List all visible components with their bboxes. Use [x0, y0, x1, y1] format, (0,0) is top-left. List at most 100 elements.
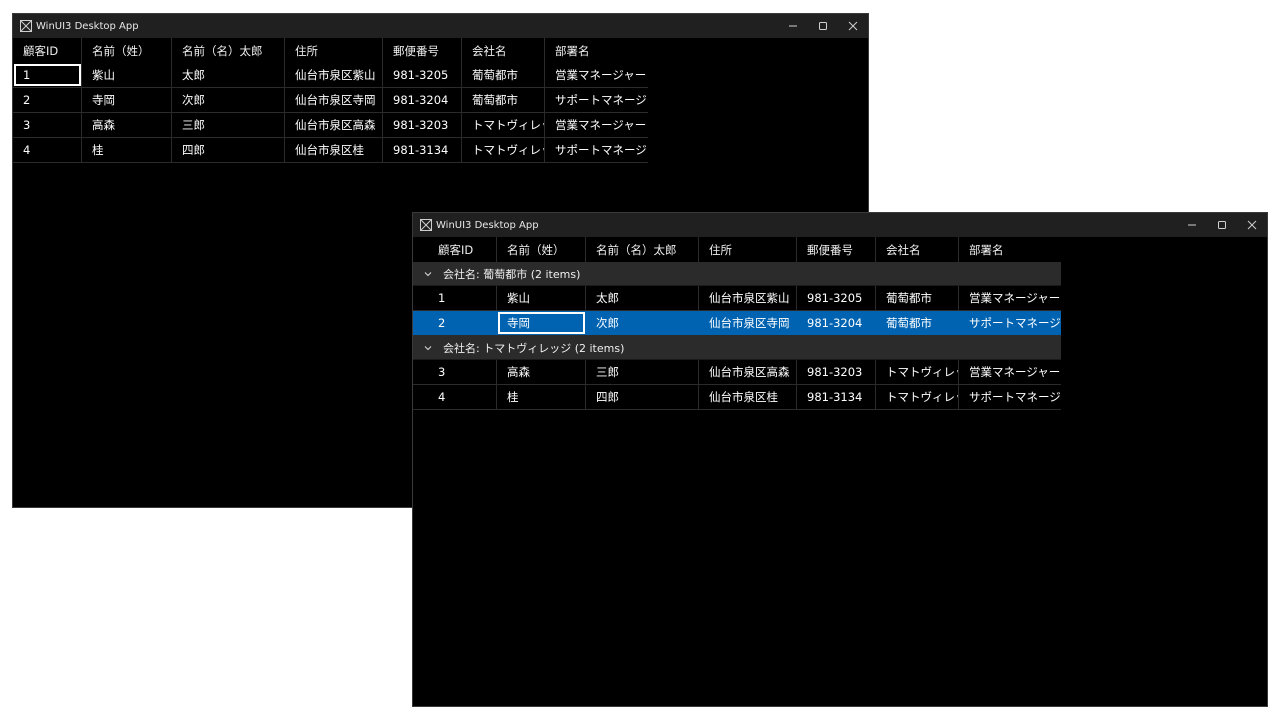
- window-title: WinUI3 Desktop App: [36, 20, 139, 32]
- table-cell[interactable]: 太郎: [586, 286, 699, 310]
- window-icon: [420, 219, 432, 231]
- chevron-down-icon[interactable]: [423, 269, 433, 279]
- table-cell[interactable]: 高森: [82, 113, 172, 137]
- table-cell[interactable]: 葡萄都市: [462, 88, 545, 112]
- table-cell[interactable]: 寺岡: [497, 311, 586, 335]
- minimize-icon: [789, 25, 797, 27]
- table-cell[interactable]: 四郎: [172, 138, 285, 162]
- table-cell[interactable]: 仙台市泉区紫山: [699, 286, 797, 310]
- column-header[interactable]: 名前（名）太郎: [586, 237, 699, 262]
- table-cell[interactable]: 三郎: [586, 360, 699, 384]
- table-cell[interactable]: 営業マネージャー: [959, 360, 1061, 384]
- title-bar[interactable]: WinUI3 Desktop App: [13, 14, 868, 38]
- table-cell[interactable]: 1: [413, 286, 497, 310]
- column-header[interactable]: 名前（姓）: [82, 38, 172, 63]
- table-cell[interactable]: 葡萄都市: [876, 286, 959, 310]
- table-cell[interactable]: 仙台市泉区寺岡: [699, 311, 797, 335]
- table-cell[interactable]: 営業マネージャー: [545, 63, 648, 87]
- table-cell[interactable]: 桂: [497, 385, 586, 409]
- table-row[interactable]: 3 高森 三郎 仙台市泉区高森 981-3203 トマトヴィレッジ 営業マネージ…: [413, 360, 1061, 385]
- table-row[interactable]: 1 紫山 太郎 仙台市泉区紫山 981-3205 葡萄都市 営業マネージャー: [413, 286, 1061, 311]
- table-cell[interactable]: 2: [413, 311, 497, 335]
- table-row[interactable]: 4 桂 四郎 仙台市泉区桂 981-3134 トマトヴィレッジ サポートマネージ…: [13, 138, 648, 163]
- table-cell[interactable]: 1: [13, 63, 82, 87]
- column-header[interactable]: 会社名: [876, 237, 959, 262]
- table-cell[interactable]: 高森: [497, 360, 586, 384]
- table-row[interactable]: 4 桂 四郎 仙台市泉区桂 981-3134 トマトヴィレッジ サポートマネージ…: [413, 385, 1061, 410]
- chevron-down-icon[interactable]: [423, 343, 433, 353]
- table-cell[interactable]: 紫山: [497, 286, 586, 310]
- table-cell[interactable]: サポートマネージャー: [959, 385, 1061, 409]
- table-cell[interactable]: トマトヴィレッジ: [462, 113, 545, 137]
- table-row[interactable]: 3 高森 三郎 仙台市泉区高森 981-3203 トマトヴィレッジ 営業マネージ…: [13, 113, 648, 138]
- table-cell[interactable]: トマトヴィレッジ: [462, 138, 545, 162]
- window-grouped: WinUI3 Desktop App 顧客ID 名前（姓） 名前（名）太郎 住所…: [412, 212, 1268, 707]
- table-cell[interactable]: 仙台市泉区高森: [285, 113, 383, 137]
- table-cell[interactable]: 仙台市泉区寺岡: [285, 88, 383, 112]
- minimize-icon: [1188, 224, 1196, 226]
- table-cell[interactable]: 3: [13, 113, 82, 137]
- table-cell[interactable]: 営業マネージャー: [959, 286, 1061, 310]
- minimize-button[interactable]: [778, 14, 808, 38]
- table-cell[interactable]: 次郎: [586, 311, 699, 335]
- table-cell[interactable]: 仙台市泉区桂: [285, 138, 383, 162]
- table-cell[interactable]: 4: [13, 138, 82, 162]
- column-header[interactable]: 会社名: [462, 38, 545, 63]
- column-header[interactable]: 名前（姓）: [497, 237, 586, 262]
- column-header[interactable]: 住所: [699, 237, 797, 262]
- table-cell[interactable]: 寺岡: [82, 88, 172, 112]
- close-button[interactable]: [1237, 213, 1267, 237]
- table-cell[interactable]: 981-3205: [383, 63, 462, 87]
- maximize-button[interactable]: [1207, 213, 1237, 237]
- table-cell[interactable]: 3: [413, 360, 497, 384]
- group-label: 会社名: 葡萄都市 (2 items): [443, 267, 581, 281]
- column-header[interactable]: 部署名: [959, 237, 1061, 262]
- column-header[interactable]: 部署名: [545, 38, 648, 63]
- table-cell[interactable]: トマトヴィレッジ: [876, 360, 959, 384]
- table-cell[interactable]: 981-3203: [797, 360, 876, 384]
- table-cell[interactable]: 葡萄都市: [462, 63, 545, 87]
- table-cell[interactable]: 仙台市泉区高森: [699, 360, 797, 384]
- table-cell[interactable]: サポートマネージャー: [959, 311, 1061, 335]
- table-cell[interactable]: 仙台市泉区桂: [699, 385, 797, 409]
- table-cell[interactable]: 981-3134: [383, 138, 462, 162]
- table-cell[interactable]: 営業マネージャー: [545, 113, 648, 137]
- table-row[interactable]: 1 紫山 太郎 仙台市泉区紫山 981-3205 葡萄都市 営業マネージャー: [13, 63, 648, 88]
- table-cell[interactable]: 仙台市泉区紫山: [285, 63, 383, 87]
- data-grid: 顧客ID 名前（姓） 名前（名）太郎 住所 郵便番号 会社名 部署名 1 紫山 …: [13, 38, 648, 163]
- table-cell[interactable]: 葡萄都市: [876, 311, 959, 335]
- column-header[interactable]: 顧客ID: [413, 237, 497, 262]
- table-cell[interactable]: サポートマネージャー: [545, 138, 648, 162]
- table-cell[interactable]: 紫山: [82, 63, 172, 87]
- window-title: WinUI3 Desktop App: [436, 219, 539, 231]
- table-cell[interactable]: 981-3204: [797, 311, 876, 335]
- column-header[interactable]: 名前（名）太郎: [172, 38, 285, 63]
- table-cell[interactable]: 太郎: [172, 63, 285, 87]
- close-icon: [1247, 220, 1257, 230]
- table-cell[interactable]: 三郎: [172, 113, 285, 137]
- table-cell[interactable]: トマトヴィレッジ: [876, 385, 959, 409]
- table-cell[interactable]: 4: [413, 385, 497, 409]
- table-cell[interactable]: 981-3205: [797, 286, 876, 310]
- column-header[interactable]: 住所: [285, 38, 383, 63]
- table-cell[interactable]: 981-3204: [383, 88, 462, 112]
- table-cell[interactable]: 次郎: [172, 88, 285, 112]
- close-button[interactable]: [838, 14, 868, 38]
- column-header[interactable]: 郵便番号: [797, 237, 876, 262]
- table-cell[interactable]: 2: [13, 88, 82, 112]
- maximize-button[interactable]: [808, 14, 838, 38]
- table-cell[interactable]: 桂: [82, 138, 172, 162]
- table-row[interactable]: 2 寺岡 次郎 仙台市泉区寺岡 981-3204 葡萄都市 サポートマネージャー: [13, 88, 648, 113]
- table-cell[interactable]: 981-3203: [383, 113, 462, 137]
- table-cell[interactable]: 981-3134: [797, 385, 876, 409]
- window-icon: [20, 20, 32, 32]
- title-bar[interactable]: WinUI3 Desktop App: [413, 213, 1267, 237]
- group-header[interactable]: 会社名: トマトヴィレッジ (2 items): [413, 336, 1061, 360]
- minimize-button[interactable]: [1177, 213, 1207, 237]
- table-cell[interactable]: サポートマネージャー: [545, 88, 648, 112]
- table-row-selected[interactable]: 2 寺岡 次郎 仙台市泉区寺岡 981-3204 葡萄都市 サポートマネージャー: [413, 311, 1061, 336]
- column-header[interactable]: 顧客ID: [13, 38, 82, 63]
- group-header[interactable]: 会社名: 葡萄都市 (2 items): [413, 262, 1061, 286]
- column-header[interactable]: 郵便番号: [383, 38, 462, 63]
- table-cell[interactable]: 四郎: [586, 385, 699, 409]
